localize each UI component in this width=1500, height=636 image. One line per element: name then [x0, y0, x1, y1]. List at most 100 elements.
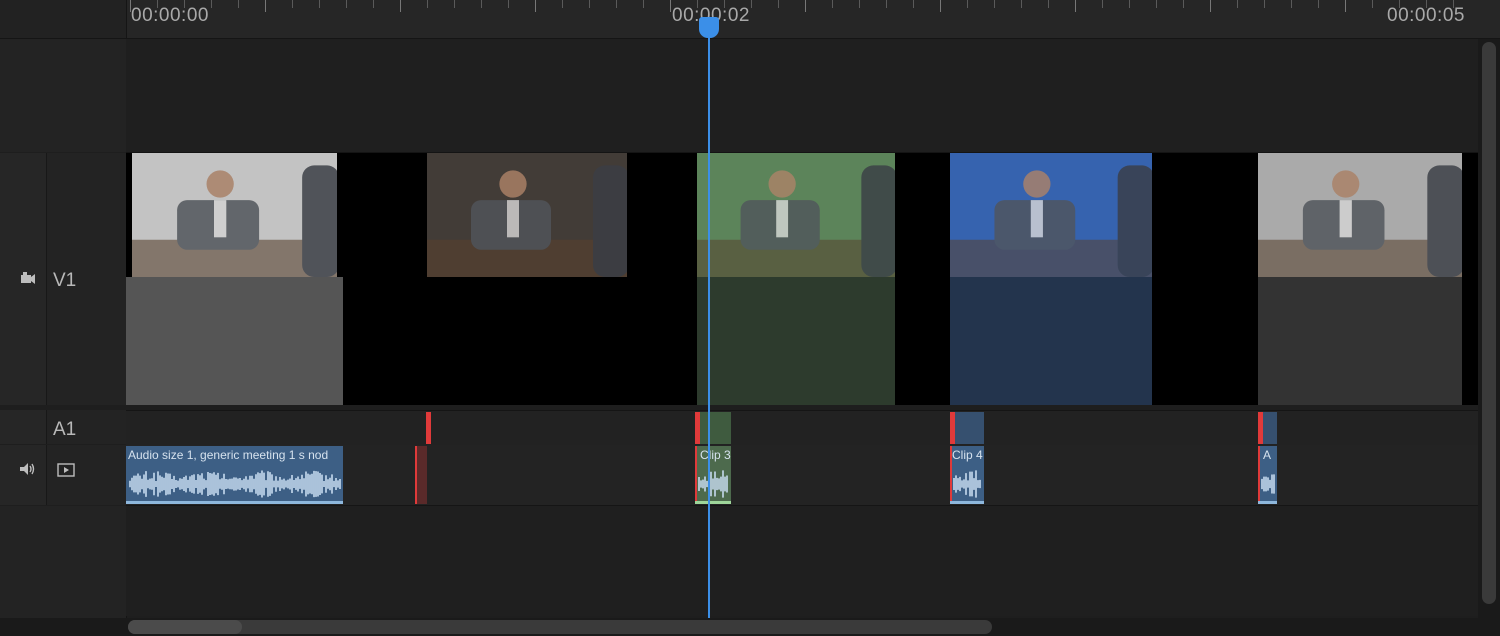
ruler-tick: [1183, 0, 1184, 8]
track-label-a1: A1: [53, 419, 77, 440]
waveform-path: [1261, 474, 1275, 494]
ruler-tick: [697, 0, 698, 8]
video-clip[interactable]: [427, 153, 627, 405]
audio-level-line: [1258, 501, 1277, 504]
vertical-scrollbar-thumb[interactable]: [1482, 42, 1496, 604]
ruler-tick: [400, 0, 401, 12]
waveform-path: [953, 470, 981, 498]
ruler-tick: [1291, 0, 1292, 8]
ruler-tick: [1075, 0, 1076, 12]
audio-marker[interactable]: [950, 412, 955, 444]
clip-body: [1258, 277, 1462, 405]
audio-clip[interactable]: Audio size 1, generic meeting 1 s nod: [126, 446, 343, 504]
thumb-overlay: [950, 153, 1152, 277]
ruler-tick: [805, 0, 806, 12]
ruler-tick: [643, 0, 644, 8]
ruler-tick: [670, 0, 671, 12]
ruler-tick: [535, 0, 536, 12]
ruler-tick: [940, 0, 941, 12]
ruler-tick: [454, 0, 455, 8]
video-clip[interactable]: [1258, 153, 1462, 405]
ruler-tick: [1237, 0, 1238, 8]
ruler-tick: [211, 0, 212, 8]
clip-thumbnail: [697, 153, 895, 277]
ruler-tick: [1264, 0, 1265, 8]
ruler-tick: [427, 0, 428, 8]
audio-clip[interactable]: Clip 3: [695, 446, 731, 504]
thumb-overlay: [697, 153, 895, 277]
video-clip[interactable]: [126, 153, 343, 405]
ruler-tick: [1372, 0, 1373, 8]
ruler-tick: [1345, 0, 1346, 12]
horizontal-scrollbar-handle[interactable]: [128, 620, 242, 634]
empty-track-area-bottom: [126, 506, 1478, 616]
clip-thumbnail: [1258, 153, 1462, 277]
audio-marker[interactable]: [426, 412, 431, 444]
ruler-tick: [292, 0, 293, 8]
speaker-icon[interactable]: [19, 462, 37, 481]
clip-body: [126, 277, 343, 405]
audio-segment-green[interactable]: [695, 412, 731, 444]
ruler-tick: [913, 0, 914, 8]
ruler-tick: [481, 0, 482, 8]
ruler-tick: [130, 0, 131, 12]
horizontal-scrollbar-thumb[interactable]: [128, 620, 992, 634]
audio-clip[interactable]: Clip 4: [950, 446, 984, 504]
playhead-handle[interactable]: [699, 17, 719, 38]
ruler-tick: [967, 0, 968, 8]
clip-body: [950, 277, 1152, 405]
ruler-tick: [859, 0, 860, 8]
track-header-a1[interactable]: A1: [0, 410, 127, 444]
audio-marker[interactable]: [695, 412, 700, 444]
ruler-header-corner: [0, 0, 127, 38]
ruler-tick: [1210, 0, 1211, 12]
play-icon[interactable]: [57, 463, 75, 482]
audio-clip-label: Clip 4: [952, 448, 983, 462]
audio-marker[interactable]: [1258, 412, 1263, 444]
ruler-tick: [1048, 0, 1049, 8]
waveform-path: [698, 470, 728, 498]
playhead-line[interactable]: [708, 20, 710, 620]
audio-waveform: [698, 470, 728, 498]
ruler-tick: [751, 0, 752, 8]
timeline-ruler[interactable]: [0, 0, 1500, 39]
ruler-tick: [724, 0, 725, 8]
ruler-tick: [157, 0, 158, 8]
audio-clip[interactable]: [415, 446, 427, 504]
ruler-tick: [238, 0, 239, 8]
audio-clip-label: Audio size 1, generic meeting 1 s nod: [128, 448, 329, 462]
thumb-overlay: [132, 153, 337, 277]
clip-edge-marker: [415, 446, 417, 504]
audio-level-line: [950, 501, 984, 504]
empty-track-area: [126, 39, 1478, 153]
audio-segment-blue[interactable]: [950, 412, 984, 444]
ruler-tick: [1102, 0, 1103, 8]
ruler-tick: [562, 0, 563, 8]
waveform-path: [129, 470, 341, 498]
audio-waveform: [1261, 474, 1275, 494]
clip-body: [697, 277, 895, 405]
audio-level-line: [695, 501, 731, 504]
track-header-a1-controls: [0, 410, 47, 444]
ruler-tick: [508, 0, 509, 8]
ruler-tick: [1021, 0, 1022, 8]
audio-waveform: [953, 470, 981, 498]
ruler-tick: [319, 0, 320, 8]
ruler-tick: [184, 0, 185, 8]
camera-icon[interactable]: [20, 271, 36, 288]
ruler-tick: [1426, 0, 1427, 8]
thumb-overlay: [1258, 153, 1462, 277]
header-empty-top: [0, 39, 127, 152]
audio-clip-label: A: [1263, 448, 1272, 462]
track-header-audio-lane: [0, 445, 127, 505]
timecode-end: 00:00:05: [1387, 5, 1465, 26]
ruler-tick: [346, 0, 347, 8]
ruler-tick: [832, 0, 833, 8]
track-header-v1[interactable]: V1: [0, 153, 127, 405]
audio-waveform: [129, 470, 341, 498]
ruler-tick: [373, 0, 374, 8]
ruler-tick: [1129, 0, 1130, 8]
video-clip[interactable]: [697, 153, 895, 405]
video-clip[interactable]: [950, 153, 1152, 405]
audio-clip[interactable]: A: [1258, 446, 1277, 504]
